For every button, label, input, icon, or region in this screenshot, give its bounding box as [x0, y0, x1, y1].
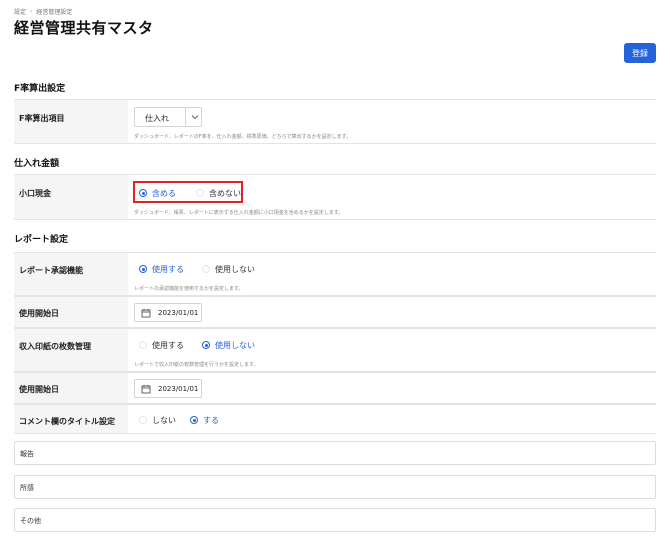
radio-stamp-use[interactable]: 使用する [139, 340, 184, 351]
radio-unchecked-icon [139, 341, 147, 349]
row-approval-start-date: 使用開始日 2023/01/01 [14, 296, 656, 328]
radio-unchecked-icon [202, 265, 210, 273]
comment-title-value: 所感 [20, 484, 34, 492]
row-stamp-start-date: 使用開始日 2023/01/01 [14, 372, 656, 404]
radio-approval-use[interactable]: 使用する [139, 264, 184, 275]
f-rate-item-label: F率算出項目 [19, 114, 65, 123]
radio-comment-title-no-label: しない [152, 415, 176, 425]
radio-comment-title-yes-label: する [203, 415, 219, 425]
page-title: 経営管理共有マスタ [14, 19, 154, 37]
chevron-down-icon [191, 115, 199, 120]
breadcrumb-separator: › [30, 8, 33, 15]
petty-cash-help: ダッシュボード、帳票、レポートに表示する仕入れ金額に小口現金を含めるかを設定しま… [134, 210, 344, 216]
comment-title-value: 報告 [20, 450, 34, 458]
section-title-report: レポート設定 [14, 235, 69, 245]
breadcrumb-item-management-settings[interactable]: 経営管理設定 [36, 7, 72, 16]
petty-cash-label: 小口現金 [19, 189, 51, 198]
row-petty-cash: 小口現金 含める 含めない ダッシュボード、帳票、レポートに表示する仕入れ金額に… [14, 174, 656, 220]
f-rate-item-select[interactable]: 仕入れ [134, 107, 202, 127]
stamp-management-radio-group: 使用する 使用しない [134, 337, 271, 353]
radio-checked-icon [139, 265, 147, 273]
row-f-rate-item: F率算出項目 仕入れ ダッシュボード、レポートのF率を、仕入れ金額、標準原価、ど… [14, 99, 656, 144]
radio-comment-title-yes[interactable]: する [190, 415, 219, 426]
comment-title-setting-label: コメント欄のタイトル設定 [19, 417, 115, 426]
comment-title-radio-group: しない する [134, 412, 235, 428]
row-stamp-management: 収入印紙の枚数管理 使用する 使用しない レポートで収入印紙の枚数管理を行うかを… [14, 328, 656, 372]
report-approval-radio-group: 使用する 使用しない [134, 261, 271, 277]
radio-approval-use-label: 使用する [152, 264, 184, 274]
radio-stamp-use-label: 使用する [152, 340, 184, 350]
stamp-start-date-label: 使用開始日 [19, 385, 59, 394]
radio-checked-icon [202, 341, 210, 349]
highlight-box [133, 181, 243, 203]
radio-approval-nouse[interactable]: 使用しない [202, 264, 255, 275]
register-button[interactable]: 登録 [624, 43, 656, 63]
approval-start-date-input[interactable]: 2023/01/01 [134, 303, 202, 322]
row-comment-title-setting: コメント欄のタイトル設定 しない する [14, 404, 656, 434]
radio-unchecked-icon [139, 416, 147, 424]
row-report-approval: レポート承認機能 使用する 使用しない レポートの承認機能を使用するかを設定しま… [14, 252, 656, 296]
radio-stamp-nouse-label: 使用しない [215, 340, 255, 350]
comment-title-input-3[interactable]: その他 [14, 508, 656, 532]
radio-checked-icon [190, 416, 198, 424]
stamp-start-date-value: 2023/01/01 [158, 385, 199, 393]
comment-title-input-2[interactable]: 所感 [14, 475, 656, 499]
stamp-management-label: 収入印紙の枚数管理 [19, 342, 91, 351]
comment-title-input-1[interactable]: 報告 [14, 441, 656, 465]
approval-start-date-value: 2023/01/01 [158, 309, 199, 317]
select-divider [185, 108, 186, 126]
f-rate-item-help: ダッシュボード、レポートのF率を、仕入れ金額、標準原価、どちらで算出するかを設定… [134, 134, 352, 140]
report-approval-label: レポート承認機能 [19, 266, 83, 275]
f-rate-item-select-value: 仕入れ [145, 114, 169, 123]
stamp-management-help: レポートで収入印紙の枚数管理を行うかを設定します。 [134, 362, 259, 368]
approval-start-date-label: 使用開始日 [19, 309, 59, 318]
section-title-f-rate: F率算出設定 [14, 84, 66, 94]
comment-title-value: その他 [20, 517, 41, 525]
breadcrumb: 設定 › 経営管理設定 [14, 7, 72, 16]
stamp-start-date-input[interactable]: 2023/01/01 [134, 379, 202, 398]
radio-stamp-nouse[interactable]: 使用しない [202, 340, 255, 351]
calendar-icon [141, 385, 151, 394]
calendar-icon [141, 309, 151, 318]
radio-approval-nouse-label: 使用しない [215, 264, 255, 274]
section-title-purchase: 仕入れ金額 [14, 159, 60, 169]
breadcrumb-item-settings[interactable]: 設定 [14, 7, 26, 16]
report-approval-help: レポートの承認機能を使用するかを設定します。 [134, 286, 244, 292]
radio-comment-title-no[interactable]: しない [139, 415, 176, 426]
